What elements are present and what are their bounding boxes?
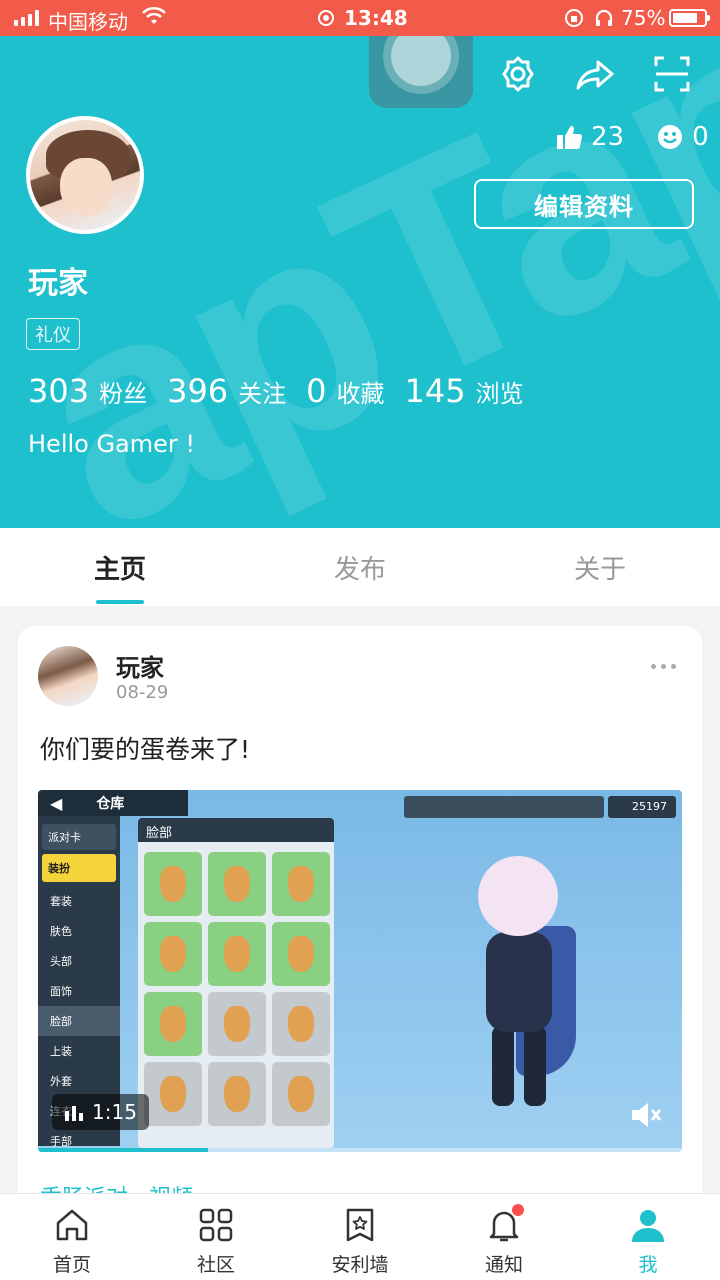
battery-icon xyxy=(669,9,710,27)
profile-username: 玩家 xyxy=(28,266,88,301)
clock: 13:48 xyxy=(344,6,408,30)
back-arrow-icon: ◀ xyxy=(50,793,63,813)
face-item xyxy=(272,1062,330,1126)
nav-community[interactable]: 社区 xyxy=(144,1194,288,1280)
profile-bio: Hello Gamer ! xyxy=(28,430,196,458)
headphones-icon xyxy=(595,9,613,26)
user-icon xyxy=(632,1210,664,1242)
recording-icon xyxy=(318,10,334,26)
nav-me[interactable]: 我 xyxy=(576,1194,720,1280)
profile-tag[interactable]: 礼仪 xyxy=(26,318,80,350)
face-item xyxy=(208,1062,266,1126)
video-menu-item: 装扮 xyxy=(42,854,116,882)
tab-posts[interactable]: 发布 xyxy=(240,528,480,606)
thumbs-up-icon[interactable] xyxy=(555,123,583,151)
face-item xyxy=(144,1062,202,1126)
nav-notifications-label: 通知 xyxy=(484,1254,523,1276)
video-duration-badge: 1:15 xyxy=(52,1094,149,1130)
smiles-count: 0 xyxy=(692,122,709,152)
face-item xyxy=(272,992,330,1056)
fans-label[interactable]: 粉丝 xyxy=(99,374,147,409)
status-bar: 中国移动 13:48 75% xyxy=(0,0,720,36)
nav-me-label: 我 xyxy=(638,1254,658,1276)
video-menu-item: 脸部 xyxy=(38,1006,120,1036)
face-item xyxy=(208,852,266,916)
reaction-counts: 23 0 xyxy=(555,122,709,152)
avatar[interactable] xyxy=(26,116,144,234)
tab-home[interactable]: 主页 xyxy=(0,528,240,606)
video-duration: 1:15 xyxy=(92,1100,137,1124)
video-grid-title: 脸部 xyxy=(138,818,334,842)
post-card[interactable]: 玩家 08-29 你们要的蛋卷来了! ◀ 仓库 派对卡 装扮 套装 肤色 头部 … xyxy=(18,626,702,1226)
carrier-name: 中国移动 xyxy=(48,10,128,34)
smile-icon[interactable] xyxy=(656,123,684,151)
video-menu-item: 派对卡 xyxy=(42,824,116,850)
nav-notifications[interactable]: 通知 xyxy=(432,1194,576,1280)
video-screen-title: 仓库 xyxy=(96,796,125,812)
views-label: 浏览 xyxy=(475,380,524,408)
video-player[interactable]: ◀ 仓库 派对卡 装扮 套装 肤色 头部 面饰 脸部 上装 外套 连衣 手部 下… xyxy=(38,790,682,1152)
favorites-label[interactable]: 收藏 xyxy=(337,374,385,409)
scan-icon[interactable] xyxy=(652,54,692,94)
fans-count[interactable]: 303 xyxy=(28,372,89,410)
video-menu-item: 外套 xyxy=(50,1075,72,1088)
battery-percent: 75% xyxy=(621,6,666,30)
nav-community-label: 社区 xyxy=(196,1254,235,1276)
profile-tabs: 主页 发布 关于 xyxy=(0,528,720,606)
grid-icon xyxy=(199,1208,233,1242)
rotation-lock-icon xyxy=(565,9,583,27)
wifi-icon xyxy=(142,6,166,24)
nav-recommend-wall[interactable]: 安利墙 xyxy=(288,1194,432,1280)
following-count[interactable]: 396 xyxy=(167,372,228,410)
game-character xyxy=(448,826,588,1116)
video-topbar: ◀ 仓库 xyxy=(38,790,188,816)
video-item-grid: 脸部 xyxy=(138,818,334,1148)
views-count: 145 xyxy=(404,372,466,410)
post-date: 08-29 xyxy=(116,682,169,703)
edit-profile-button[interactable]: 编辑资料 xyxy=(474,179,694,229)
nav-recommend-wall-label: 安利墙 xyxy=(331,1254,389,1276)
bar-chart-icon xyxy=(65,1106,83,1121)
video-coin-count: 25197 xyxy=(608,796,676,818)
tab-about[interactable]: 关于 xyxy=(480,528,720,606)
floating-assistive-button[interactable] xyxy=(369,36,473,108)
face-item xyxy=(208,992,266,1056)
nav-home[interactable]: 首页 xyxy=(0,1194,144,1280)
share-icon[interactable] xyxy=(576,54,616,94)
post-avatar[interactable] xyxy=(38,646,98,706)
profile-header: apTap 23 0 编辑资料 玩家 礼仪 303 粉丝 396 关注 0 收藏 14… xyxy=(0,36,720,528)
video-menu-item: 上装 xyxy=(50,1045,72,1058)
face-item xyxy=(144,922,202,986)
video-progress-bar[interactable] xyxy=(38,1148,682,1152)
more-options-icon[interactable] xyxy=(651,664,676,669)
face-item xyxy=(144,852,202,916)
video-menu-item: 头部 xyxy=(50,955,72,968)
video-search-bar xyxy=(404,796,604,818)
profile-stats: 303 粉丝 396 关注 0 收藏 145 浏览 xyxy=(28,372,544,410)
likes-count: 23 xyxy=(591,122,625,152)
home-icon xyxy=(56,1209,88,1241)
video-menu-item: 套装 xyxy=(50,895,72,908)
bottom-nav: 首页 社区 安利墙 通知 我 xyxy=(0,1194,720,1280)
face-item xyxy=(208,922,266,986)
settings-icon[interactable] xyxy=(498,54,538,94)
mute-icon[interactable] xyxy=(630,1100,664,1130)
face-item xyxy=(272,852,330,916)
post-author[interactable]: 玩家 xyxy=(116,648,164,683)
nav-home-label: 首页 xyxy=(52,1254,91,1276)
notification-dot xyxy=(512,1204,524,1216)
face-item xyxy=(272,922,330,986)
post-text: 你们要的蛋卷来了! xyxy=(40,735,251,764)
video-menu-item: 面饰 xyxy=(50,985,72,998)
star-bookmark-icon xyxy=(346,1208,374,1242)
video-menu-item: 肤色 xyxy=(50,925,72,938)
face-item xyxy=(144,992,202,1056)
following-label[interactable]: 关注 xyxy=(238,374,286,409)
favorites-count[interactable]: 0 xyxy=(306,372,326,410)
signal-icon xyxy=(14,10,39,26)
